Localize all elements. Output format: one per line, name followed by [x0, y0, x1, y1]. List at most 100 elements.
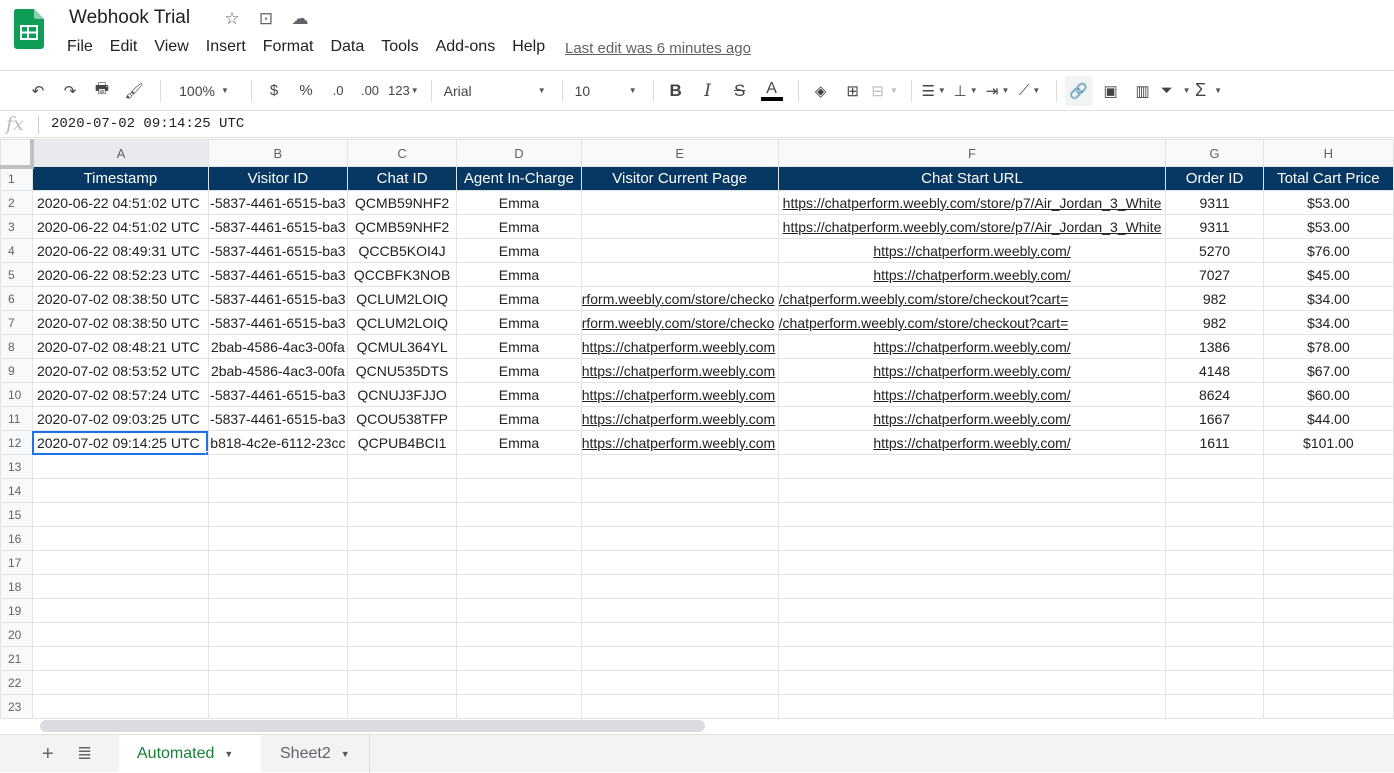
cell[interactable]	[777, 526, 1167, 551]
cell[interactable]: Emma	[456, 382, 582, 407]
fill-handle[interactable]	[204, 451, 208, 454]
cell[interactable]: https://chatperform.weebly.com/store/p7/…	[777, 214, 1167, 239]
cell[interactable]	[580, 478, 779, 503]
column-header-e[interactable]: E	[580, 139, 779, 167]
add-sheet-icon[interactable]: +	[42, 743, 54, 766]
cell[interactable]	[31, 526, 209, 551]
cell[interactable]: 9311	[1165, 214, 1264, 239]
cell[interactable]: Emma	[456, 262, 582, 287]
cell[interactable]: https://chatperform.weebly.com/	[777, 358, 1167, 383]
cell[interactable]: 2020-07-02 08:38:50 UTC	[31, 286, 209, 311]
menu-view[interactable]: View	[154, 38, 195, 56]
cell[interactable]: https://chatperform.weebly.com/	[777, 238, 1167, 263]
cell[interactable]: 9311	[1165, 190, 1264, 215]
row-number[interactable]: 16	[0, 526, 33, 551]
cell[interactable]	[1262, 694, 1394, 719]
cell[interactable]: 2020-07-02 08:57:24 UTC	[31, 382, 209, 407]
cell[interactable]	[31, 478, 209, 503]
cell[interactable]	[207, 550, 348, 575]
cell[interactable]	[31, 646, 209, 671]
cell[interactable]: https://chatperform.weebly.com	[580, 358, 779, 383]
cell[interactable]	[346, 454, 458, 479]
select-all-corner[interactable]	[0, 139, 35, 169]
column-header-g[interactable]: G	[1165, 139, 1264, 167]
cell[interactable]: 2020-07-02 08:48:21 UTC	[31, 334, 209, 359]
cell[interactable]	[1165, 622, 1264, 647]
increase-decimal-button[interactable]: .00	[356, 76, 384, 106]
cell[interactable]: $60.00	[1262, 382, 1394, 407]
row-number[interactable]: 8	[0, 334, 33, 359]
cell[interactable]: 4148	[1165, 358, 1264, 383]
cell[interactable]	[346, 502, 458, 527]
cell[interactable]: https://chatperform.weebly.com	[580, 406, 779, 431]
currency-format-button[interactable]: $	[260, 76, 288, 106]
menu-insert[interactable]: Insert	[206, 38, 253, 56]
cell[interactable]: -5837-4461-6515-ba3	[207, 190, 348, 215]
cell[interactable]	[207, 694, 348, 719]
row-number[interactable]: 9	[0, 358, 33, 383]
cell[interactable]	[456, 622, 582, 647]
cell[interactable]: QCMB59NHF2	[346, 214, 458, 239]
cell[interactable]	[207, 622, 348, 647]
cell[interactable]	[207, 646, 348, 671]
cell[interactable]: https://chatperform.weebly.com	[580, 382, 779, 407]
cell[interactable]: https://chatperform.weebly.com/store/p7/…	[777, 190, 1167, 215]
cell[interactable]: https://chatperform.weebly.com	[580, 430, 779, 455]
horizontal-align-icon[interactable]: ☰ ▼	[920, 76, 948, 106]
cell[interactable]	[1262, 526, 1394, 551]
cell[interactable]	[1165, 550, 1264, 575]
cell[interactable]	[1262, 622, 1394, 647]
cell[interactable]: 2020-06-22 08:49:31 UTC	[31, 238, 209, 263]
menu-format[interactable]: Format	[263, 38, 321, 56]
cell[interactable]	[1165, 478, 1264, 503]
cell[interactable]	[31, 574, 209, 599]
cell[interactable]	[456, 694, 582, 719]
cell[interactable]: https://chatperform.weebly.com/	[777, 262, 1167, 287]
cell[interactable]	[1262, 670, 1394, 695]
cell[interactable]	[346, 694, 458, 719]
cell[interactable]: https://chatperform.weebly.com/	[777, 430, 1167, 455]
cell[interactable]	[777, 694, 1167, 719]
star-icon[interactable]: ☆	[221, 9, 243, 29]
cell[interactable]: Emma	[456, 358, 582, 383]
cell[interactable]: -5837-4461-6515-ba3	[207, 262, 348, 287]
row-number[interactable]: 3	[0, 214, 33, 239]
cell[interactable]	[346, 670, 458, 695]
cell[interactable]	[777, 454, 1167, 479]
cell[interactable]: QCCB5KOI4J	[346, 238, 458, 263]
cell[interactable]: $76.00	[1262, 238, 1394, 263]
cell[interactable]: Emma	[456, 334, 582, 359]
cell[interactable]	[580, 574, 779, 599]
cell[interactable]	[580, 454, 779, 479]
print-icon[interactable]: 🖶	[88, 76, 116, 106]
header-cell[interactable]: Chat ID	[346, 166, 458, 191]
cell[interactable]	[1262, 502, 1394, 527]
row-number[interactable]: 10	[0, 382, 33, 407]
cell[interactable]	[346, 478, 458, 503]
row-number[interactable]: 6	[0, 286, 33, 311]
cell[interactable]	[1262, 646, 1394, 671]
cell[interactable]: QCLUM2LOIQ	[346, 310, 458, 335]
redo-icon[interactable]: ↷	[56, 76, 84, 106]
document-title[interactable]: Webhook Trial	[69, 7, 190, 29]
insert-chart-icon[interactable]: ▥	[1129, 76, 1157, 106]
row-number[interactable]: 19	[0, 598, 33, 623]
cell[interactable]	[31, 454, 209, 479]
cell[interactable]	[31, 502, 209, 527]
cell[interactable]: 2bab-4586-4ac3-00fa	[207, 334, 348, 359]
cell[interactable]: $45.00	[1262, 262, 1394, 287]
cell[interactable]	[1262, 454, 1394, 479]
cell[interactable]: 1611	[1165, 430, 1264, 455]
cell[interactable]	[1165, 646, 1264, 671]
row-number[interactable]: 4	[0, 238, 33, 263]
paint-format-icon[interactable]: 🖌	[120, 76, 148, 106]
cell[interactable]: /chatperform.weebly.com/store/checkout?c…	[777, 286, 1167, 311]
vertical-align-icon[interactable]: ⊥ ▼	[952, 76, 980, 106]
cell[interactable]	[1165, 502, 1264, 527]
row-number[interactable]: 23	[0, 694, 33, 719]
column-header-a[interactable]: A	[31, 139, 209, 167]
cell[interactable]	[1262, 550, 1394, 575]
cell[interactable]: 2020-06-22 04:51:02 UTC	[31, 214, 209, 239]
move-folder-icon[interactable]: ⊡	[255, 9, 277, 29]
cell[interactable]	[580, 694, 779, 719]
